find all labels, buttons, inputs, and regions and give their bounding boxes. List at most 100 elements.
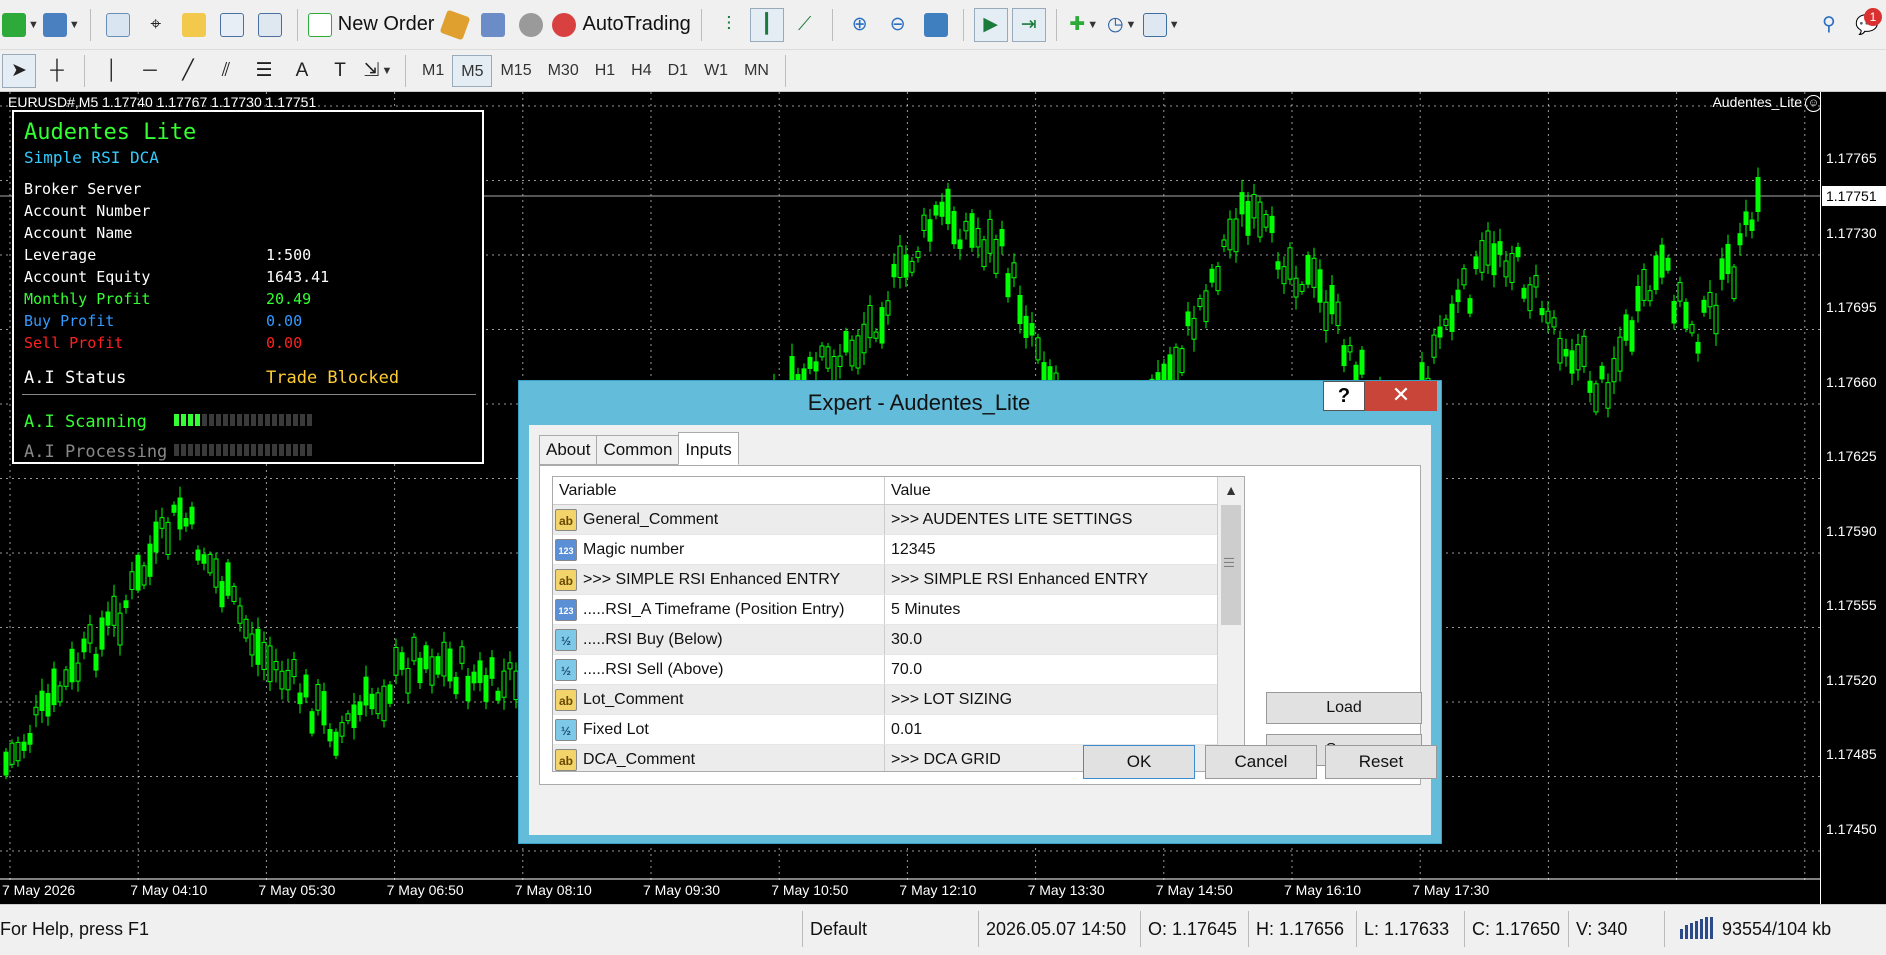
candle-body — [873, 331, 879, 339]
variable-cell[interactable]: ab >>> SIMPLE RSI Enhanced ENTRY — [553, 565, 885, 594]
timeframe-mn[interactable]: MN — [736, 55, 777, 87]
table-row[interactable]: ½ .....RSI Sell (Above) 70.0 — [553, 655, 1244, 685]
timeframe-m15[interactable]: M15 — [492, 55, 539, 87]
zoom-in-button[interactable]: ⊕ — [843, 8, 877, 42]
crosshair-button[interactable]: ┼ — [40, 54, 74, 88]
data-window-button[interactable]: ⌖ — [139, 8, 173, 42]
progress-segment — [251, 414, 256, 426]
column-header-variable[interactable]: Variable — [553, 477, 885, 504]
strategy-tester-button[interactable] — [253, 8, 287, 42]
variable-cell[interactable]: ab General_Comment — [553, 505, 885, 534]
value-cell[interactable]: 12345 — [885, 535, 1217, 564]
equidistant-channel-button[interactable]: ⫽ — [209, 54, 243, 88]
timeframe-h4[interactable]: H4 — [623, 55, 659, 87]
status-profile[interactable]: Default — [810, 919, 867, 940]
table-row[interactable]: ½ Fixed Lot 0.01 — [553, 715, 1244, 745]
bar-chart-button[interactable]: ⫶ — [712, 8, 746, 42]
value-cell[interactable]: >>> SIMPLE RSI Enhanced ENTRY — [885, 565, 1217, 594]
variable-cell[interactable]: ½ .....RSI Buy (Below) — [553, 625, 885, 654]
value-cell[interactable]: 70.0 — [885, 655, 1217, 684]
tab-inputs[interactable]: Inputs — [678, 432, 739, 465]
variable-cell[interactable]: 123 .....RSI_A Timeframe (Position Entry) — [553, 595, 885, 624]
text-button[interactable]: A — [285, 54, 319, 88]
zoom-out-button[interactable]: ⊖ — [881, 8, 915, 42]
tab-about[interactable]: About — [539, 435, 598, 465]
tile-windows-button[interactable] — [919, 8, 953, 42]
progress-segment — [223, 444, 228, 456]
horizontal-line-button[interactable]: ─ — [133, 54, 167, 88]
vertical-line-button[interactable]: │ — [95, 54, 129, 88]
autoscroll-button[interactable]: ▶ — [973, 7, 1008, 42]
line-chart-button[interactable]: ⟋ — [788, 8, 822, 42]
chart-shift-button[interactable]: ⇥ — [1011, 7, 1046, 42]
value-cell[interactable]: 30.0 — [885, 625, 1217, 654]
table-row[interactable]: ab Lot_Comment >>> LOT SIZING — [553, 685, 1244, 715]
price-label: 1.17765 — [1826, 150, 1877, 166]
new-order-button[interactable]: New Order — [307, 8, 434, 42]
candle-body — [423, 645, 429, 670]
variable-cell[interactable]: ½ .....RSI Sell (Above) — [553, 655, 885, 684]
cancel-button[interactable]: Cancel — [1205, 745, 1317, 779]
metaeditor-button[interactable] — [438, 8, 472, 42]
timeframe-m1[interactable]: M1 — [414, 55, 452, 87]
signals-button[interactable] — [476, 8, 510, 42]
grid-scrollbar[interactable]: ▲ ――― ▼ — [1217, 477, 1244, 771]
table-row[interactable]: 123 Magic number 12345 — [553, 535, 1244, 565]
cursor-button[interactable]: ➤ — [2, 53, 36, 88]
timeframe-m5[interactable]: M5 — [452, 54, 493, 87]
table-row[interactable]: ab General_Comment >>> AUDENTES LITE SETTI… — [553, 505, 1244, 535]
indicators-button[interactable]: ✚ ▼ — [1067, 8, 1101, 42]
table-row[interactable]: ab >>> SIMPLE RSI Enhanced ENTRY >>> SIMPL… — [553, 565, 1244, 595]
load-button[interactable]: Load — [1266, 692, 1422, 724]
reset-button[interactable]: Reset — [1325, 745, 1437, 779]
trendline-button[interactable]: ╱ — [171, 54, 205, 88]
timeframe-m30[interactable]: M30 — [540, 55, 587, 87]
variable-cell[interactable]: 123 Magic number — [553, 535, 885, 564]
inputs-grid[interactable]: Variable Value ab General_Comment >>> AUDE… — [552, 476, 1245, 772]
variable-cell[interactable]: ab Lot_Comment — [553, 685, 885, 714]
fibonacci-button[interactable]: ☰ — [247, 54, 281, 88]
notifications-button[interactable]: 💬 1 — [1850, 7, 1884, 42]
timeframe-d1[interactable]: D1 — [660, 55, 696, 87]
scroll-up-icon[interactable]: ▲ — [1218, 477, 1244, 503]
variable-cell[interactable]: ab DCA_Comment — [553, 745, 885, 771]
help-button[interactable]: ? — [1323, 381, 1365, 411]
candle-body — [279, 670, 285, 690]
terminal-button[interactable] — [215, 8, 249, 42]
timeframe-w1[interactable]: W1 — [696, 55, 736, 87]
candle-body — [411, 636, 417, 662]
periods-button[interactable]: ◷ ▼ — [1105, 8, 1139, 42]
arrows-button[interactable]: ⇲ ▼ — [361, 54, 395, 88]
profiles-button[interactable]: ▼ — [42, 8, 80, 42]
connection-bars-icon[interactable] — [1680, 917, 1716, 939]
templates-button[interactable]: ▼ — [1142, 8, 1180, 42]
candle-body — [15, 741, 21, 762]
value-cell[interactable]: 0.01 — [885, 715, 1217, 744]
value-cell[interactable]: >>> LOT SIZING — [885, 685, 1217, 714]
navigator-button[interactable] — [177, 8, 211, 42]
price-axis[interactable] — [1820, 92, 1886, 904]
text-label-button[interactable]: T — [323, 54, 357, 88]
market-watch-button[interactable] — [101, 8, 135, 42]
candle-body — [1503, 260, 1509, 278]
autotrading-button[interactable]: AutoTrading — [552, 8, 691, 42]
dialog-title[interactable]: Expert - Audentes_Lite — [519, 381, 1319, 425]
value-cell[interactable]: 5 Minutes — [885, 595, 1217, 624]
table-row[interactable]: ½ .....RSI Buy (Below) 30.0 — [553, 625, 1244, 655]
new-chart-button[interactable]: ▼ — [2, 8, 39, 42]
tab-common[interactable]: Common — [596, 435, 680, 465]
candle-body — [309, 711, 315, 734]
price-label: 1.17450 — [1826, 820, 1877, 837]
value-cell[interactable]: >>> AUDENTES LITE SETTINGS — [885, 505, 1217, 534]
variable-cell[interactable]: ½ Fixed Lot — [553, 715, 885, 744]
ok-button[interactable]: OK — [1083, 745, 1195, 779]
candlestick-button[interactable]: ┃ — [749, 7, 784, 42]
close-button[interactable]: ✕ — [1365, 381, 1437, 411]
market-button[interactable] — [514, 8, 548, 42]
candle-body — [1347, 345, 1353, 353]
timeframe-h1[interactable]: H1 — [587, 55, 623, 87]
column-header-value[interactable]: Value — [885, 477, 1217, 504]
search-button[interactable]: ⚲ — [1812, 8, 1846, 42]
ea-name-label[interactable]: Audentes_Lite — [1712, 94, 1802, 110]
table-row[interactable]: 123 .....RSI_A Timeframe (Position Entry)… — [553, 595, 1244, 625]
